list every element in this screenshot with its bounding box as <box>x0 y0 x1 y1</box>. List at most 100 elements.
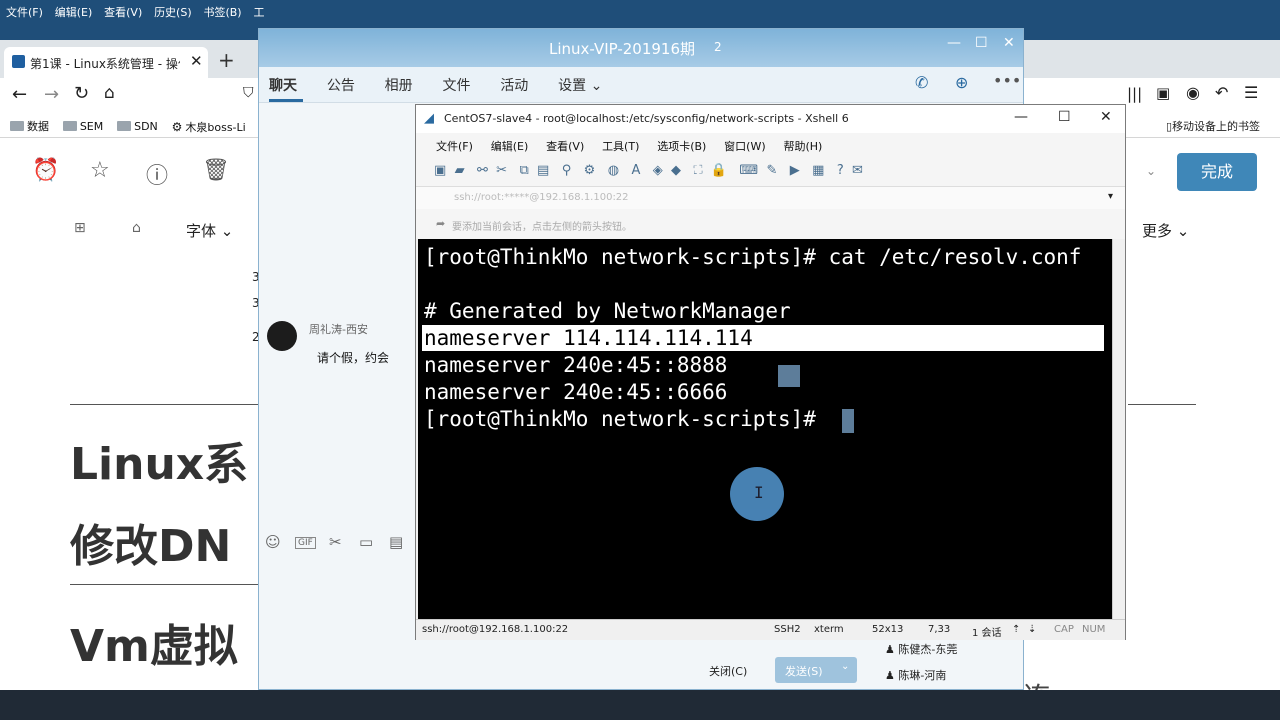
menu-item[interactable]: 工具(T) <box>602 140 639 153</box>
account-icon[interactable]: ◉ <box>1186 83 1200 102</box>
dropdown-chevron-icon[interactable]: ⌄ <box>1146 164 1156 178</box>
tab-files[interactable]: 文件 <box>442 78 470 94</box>
more-icon[interactable]: ••• <box>993 71 1021 90</box>
library-icon[interactable]: ||| <box>1127 85 1142 103</box>
open-folder-icon[interactable]: ▰ <box>455 163 465 178</box>
terminal-line: [root@ThinkMo network-scripts]# <box>424 407 829 431</box>
connect-icon[interactable]: ⚯ <box>477 163 488 178</box>
script-icon[interactable]: ✎ <box>766 163 777 178</box>
menu-item[interactable]: 书签(B) <box>203 6 241 19</box>
upload-icon[interactable]: ⇡ <box>1012 624 1020 635</box>
phone-icon[interactable]: ✆ <box>915 73 928 92</box>
bookmark-item[interactable]: 数据 <box>10 118 49 134</box>
send-button[interactable]: 发送(S) ⌄ <box>775 657 857 683</box>
mobile-bookmarks-label: 移动设备上的书签 <box>1172 120 1261 133</box>
layout-icon[interactable]: ▦ <box>812 163 824 178</box>
minimize-icon[interactable]: — <box>1014 109 1028 125</box>
menu-item[interactable]: 编辑(E) <box>55 6 93 19</box>
tab-notice[interactable]: 公告 <box>327 78 355 94</box>
scrollbar[interactable] <box>1112 239 1125 619</box>
browser-tab[interactable]: 第1课 - Linux系统管理 - 操作 ✕ <box>4 47 208 78</box>
paste-icon[interactable]: ▤ <box>537 163 549 178</box>
image-icon[interactable]: ▤ <box>389 533 403 551</box>
fullscreen-icon[interactable]: ⛶ <box>693 163 702 178</box>
lock-icon[interactable]: ⌂ <box>132 220 141 236</box>
menu-item[interactable]: 历史(S) <box>154 6 192 19</box>
star-icon[interactable]: ☆ <box>90 158 110 183</box>
add-icon[interactable]: ⊕ <box>955 73 968 92</box>
undo-icon[interactable]: ↶ <box>1215 83 1228 102</box>
keyboard-icon[interactable]: ⌨ <box>739 163 758 178</box>
terminal[interactable]: [root@ThinkMo network-scripts]# cat /etc… <box>418 239 1112 619</box>
more-menu[interactable]: 更多 ⌄ <box>1142 220 1189 241</box>
close-icon[interactable]: ✕ <box>1100 109 1112 125</box>
folder-icon[interactable]: ▭ <box>359 533 373 551</box>
tab-settings[interactable]: 设置 ⌄ <box>558 78 602 94</box>
address-bar[interactable]: ssh://root:*****@192.168.1.100:22 ▾ <box>416 187 1125 209</box>
menu-item[interactable]: 帮助(H) <box>783 140 822 153</box>
properties-icon[interactable]: ⚙ <box>584 163 596 178</box>
bookmark-item[interactable]: SDN <box>117 120 158 133</box>
emoji-icon[interactable]: ☺ <box>265 533 281 551</box>
bookmark-item[interactable]: ⚙ 木泉boss-Li <box>172 119 246 135</box>
tab-chat[interactable]: 聊天 <box>269 78 297 94</box>
done-button[interactable]: 完成 <box>1177 153 1257 191</box>
home-icon[interactable]: ⌂ <box>104 83 115 103</box>
menu-item[interactable]: 工 <box>253 6 264 19</box>
minimize-icon[interactable]: — <box>947 35 961 51</box>
xagent-icon[interactable]: ◆ <box>671 163 681 178</box>
xshell-title-bar: ◢ CentOS7-slave4 - root@localhost:/etc/s… <box>416 105 1125 133</box>
menu-item[interactable]: 查看(V) <box>546 140 584 153</box>
scissors-icon[interactable]: ✂ <box>329 533 342 551</box>
menu-item[interactable]: 查看(V) <box>104 6 142 19</box>
info-icon[interactable]: ⓘ <box>146 158 168 190</box>
status-protocol: SSH2 <box>774 624 801 635</box>
trash-icon[interactable]: 🗑 <box>202 158 230 183</box>
font-icon[interactable]: A <box>631 163 640 178</box>
member-item[interactable]: ♟ 陈琳-河南 <box>885 667 946 683</box>
xftp-icon[interactable]: ◈ <box>653 163 663 178</box>
tab-album[interactable]: 相册 <box>385 78 413 94</box>
globe-icon[interactable]: ◍ <box>608 163 619 178</box>
member-item[interactable]: ♟ 陈健杰-东莞 <box>885 641 957 657</box>
download-icon[interactable]: ⇣ <box>1028 624 1036 635</box>
more-menu-label: 更多 <box>1142 222 1173 240</box>
attachment-icon[interactable]: ⊞ <box>74 220 86 236</box>
sidebar-icon[interactable]: ▣ <box>1156 84 1170 102</box>
mobile-bookmarks[interactable]: ▯移动设备上的书签 <box>1166 118 1260 134</box>
font-menu[interactable]: 字体 ⌄ <box>186 220 233 241</box>
tab-close-icon[interactable]: ✕ <box>190 52 203 70</box>
find-icon[interactable]: ⚲ <box>562 163 572 178</box>
disconnect-icon[interactable]: ✂ <box>496 163 507 178</box>
close-icon[interactable]: ✕ <box>1003 35 1015 51</box>
new-session-icon[interactable]: ▣ <box>434 163 446 178</box>
lock-icon[interactable]: 🔒 <box>711 163 727 178</box>
menu-item[interactable]: 编辑(E) <box>491 140 529 153</box>
menu-item[interactable]: 窗口(W) <box>724 140 765 153</box>
menu-icon[interactable]: ☰ <box>1244 83 1258 102</box>
chat-icon[interactable]: ✉ <box>852 163 863 178</box>
alarm-icon[interactable]: ⏰ <box>32 158 59 183</box>
forward-icon[interactable]: → <box>44 84 59 105</box>
copy-icon[interactable]: ⧉ <box>519 163 528 178</box>
terminal-cursor <box>842 409 854 433</box>
back-icon[interactable]: ← <box>12 84 27 105</box>
menu-item[interactable]: 文件(F) <box>436 140 473 153</box>
maximize-icon[interactable]: ☐ <box>1058 109 1071 125</box>
tab-activity[interactable]: 活动 <box>500 78 528 94</box>
avatar[interactable] <box>267 321 297 351</box>
menu-item[interactable]: 选项卡(B) <box>657 140 706 153</box>
divider <box>1128 404 1196 405</box>
help-icon[interactable]: ? <box>837 163 844 178</box>
maximize-icon[interactable]: ☐ <box>975 35 988 51</box>
transfer-icon[interactable]: ▶ <box>790 163 800 178</box>
status-num: NUM <box>1082 624 1106 635</box>
dropdown-icon[interactable]: ▾ <box>1108 191 1113 202</box>
shield-icon[interactable]: ⛉ <box>243 85 254 101</box>
bookmark-item[interactable]: SEM <box>62 120 103 133</box>
close-button[interactable]: 关闭(C) <box>709 663 747 679</box>
reload-icon[interactable]: ↻ <box>74 83 89 104</box>
new-tab-icon[interactable]: + <box>218 48 235 72</box>
menu-item[interactable]: 文件(F) <box>6 6 43 19</box>
gif-icon[interactable]: GIF <box>295 537 316 549</box>
